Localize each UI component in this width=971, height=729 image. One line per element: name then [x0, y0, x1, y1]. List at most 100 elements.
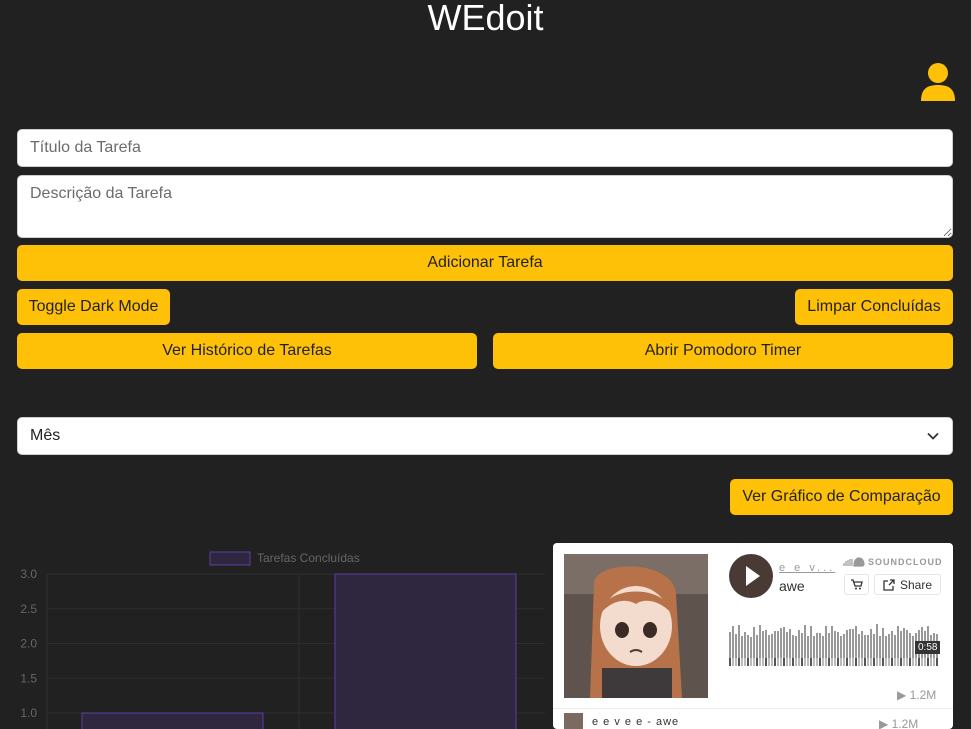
- waveform-comment-marker: [912, 658, 914, 666]
- waveform-comment-marker: [765, 658, 767, 666]
- waveform-comment-marker: [903, 658, 905, 666]
- y-tick-label: 2.0: [20, 637, 37, 651]
- waveform-comment-marker: [906, 658, 908, 666]
- play-count-icon: ▶: [897, 688, 910, 702]
- pomodoro-timer-button[interactable]: Abrir Pomodoro Timer: [493, 333, 953, 369]
- play-count: ▶ 1.2M: [897, 688, 936, 702]
- period-select[interactable]: Mês: [17, 417, 953, 455]
- soundcloud-brand-label: SOUNDCLOUD: [868, 557, 943, 567]
- track-duration: 0:58: [915, 641, 941, 654]
- waveform-comment-marker: [792, 658, 794, 666]
- waveform-comment-marker: [786, 658, 788, 666]
- legend-swatch[interactable]: [209, 551, 251, 566]
- y-tick-label: 2.5: [20, 602, 37, 616]
- waveform-comment-marker: [858, 658, 860, 666]
- waveform-comment-marker: [864, 658, 866, 666]
- task-description-input[interactable]: [17, 175, 953, 238]
- waveform-comment-marker: [741, 658, 743, 666]
- waveform-comment-marker: [897, 658, 899, 666]
- soundcloud-player: e e v... awe SOUNDCLOUD Share 0:58 ▶ 1.2…: [553, 543, 953, 729]
- waveform-comment-marker: [825, 658, 827, 666]
- track-artwork[interactable]: [564, 554, 708, 698]
- waveform-comment-marker: [900, 658, 902, 666]
- waveform-comment-marker: [879, 658, 881, 666]
- waveform-comment-marker: [807, 658, 809, 666]
- comparison-chart-button[interactable]: Ver Gráfico de Comparação: [730, 479, 953, 515]
- y-tick-label: 1.0: [20, 706, 37, 720]
- waveform-comment-marker: [828, 658, 830, 666]
- play-count-value: 1.2M: [909, 688, 937, 702]
- soundcloud-logo[interactable]: SOUNDCLOUD: [843, 557, 943, 567]
- playlist-item[interactable]: e e v e e - awe ▶ 1.2M: [553, 711, 953, 729]
- share-button[interactable]: Share: [874, 574, 941, 595]
- waveform-comment-marker: [738, 658, 740, 666]
- playlist-play-icon: ▶: [879, 717, 892, 729]
- chart-bar[interactable]: [81, 712, 264, 729]
- waveform-comment-marker: [813, 658, 815, 666]
- user-icon[interactable]: [921, 63, 955, 101]
- waveform-comment-marker: [831, 658, 833, 666]
- waveform-comment-marker: [855, 658, 857, 666]
- chart-bar[interactable]: [334, 573, 517, 729]
- waveform-comment-marker: [822, 658, 824, 666]
- waveform-comment-marker: [759, 658, 761, 666]
- waveform[interactable]: [729, 615, 941, 671]
- task-history-button[interactable]: Ver Histórico de Tarefas: [17, 333, 477, 369]
- waveform-comment-marker: [921, 658, 923, 666]
- waveform-comment-marker: [927, 658, 929, 666]
- waveform-comment-marker: [852, 658, 854, 666]
- waveform-comment-marker: [774, 658, 776, 666]
- waveform-comment-marker: [837, 658, 839, 666]
- waveform-comment-marker: [771, 658, 773, 666]
- waveform-comment-marker: [849, 658, 851, 666]
- waveform-comment-marker: [933, 658, 935, 666]
- waveform-comment-marker: [873, 658, 875, 666]
- waveform-comment-marker: [789, 658, 791, 666]
- waveform-comment-marker: [918, 658, 920, 666]
- y-tick-label: 1.5: [20, 671, 37, 685]
- buy-button[interactable]: [844, 574, 869, 595]
- clear-completed-button[interactable]: Limpar Concluídas: [795, 289, 953, 325]
- waveform-comment-marker: [795, 658, 797, 666]
- waveform-comment-marker: [861, 658, 863, 666]
- playlist-item-title: e e v e e - awe: [592, 716, 680, 728]
- soundcloud-cloud-icon: [843, 557, 865, 567]
- waveform-comment-marker: [834, 658, 836, 666]
- waveform-comment-marker: [843, 658, 845, 666]
- toggle-dark-mode-button[interactable]: Toggle Dark Mode: [17, 289, 170, 325]
- waveform-comment-marker: [798, 658, 800, 666]
- waveform-comment-marker: [735, 658, 737, 666]
- track-title-link[interactable]: awe: [779, 578, 805, 594]
- legend-label[interactable]: Tarefas Concluídas: [257, 551, 360, 565]
- divider: [553, 708, 953, 709]
- playlist-item-plays-value: 1.2M: [891, 717, 919, 729]
- add-task-button[interactable]: Adicionar Tarefa: [17, 245, 953, 281]
- cart-icon: [850, 579, 863, 590]
- y-tick-label: 3.0: [20, 567, 37, 581]
- artwork-image-icon: [564, 554, 708, 698]
- waveform-comment-marker: [753, 658, 755, 666]
- waveform-comment-marker: [804, 658, 806, 666]
- completed-tasks-chart: 3.0 2.5 2.0 1.5 1.0 Tarefas Concluídas: [20, 551, 545, 729]
- task-title-input[interactable]: [17, 129, 953, 167]
- waveform-comment-marker: [777, 658, 779, 666]
- playlist-item-plays: ▶ 1.2M: [879, 717, 918, 729]
- waveform-comment-marker: [870, 658, 872, 666]
- waveform-comment-marker: [732, 658, 734, 666]
- waveform-comment-marker: [924, 658, 926, 666]
- waveform-comment-marker: [783, 658, 785, 666]
- waveform-comment-marker: [867, 658, 869, 666]
- share-label: Share: [899, 577, 933, 592]
- waveform-comment-marker: [936, 658, 938, 666]
- playlist-item-thumbnail: [564, 713, 583, 729]
- waveform-comment-marker: [744, 658, 746, 666]
- play-button[interactable]: [729, 554, 773, 598]
- track-artist-link[interactable]: e e v...: [779, 562, 835, 574]
- waveform-comment-marker: [930, 658, 932, 666]
- waveform-comment-marker: [756, 658, 758, 666]
- waveform-comment-marker: [780, 658, 782, 666]
- waveform-comment-marker: [840, 658, 842, 666]
- waveform-comment-marker: [819, 658, 821, 666]
- waveform-comment-marker: [816, 658, 818, 666]
- share-icon: [883, 578, 895, 591]
